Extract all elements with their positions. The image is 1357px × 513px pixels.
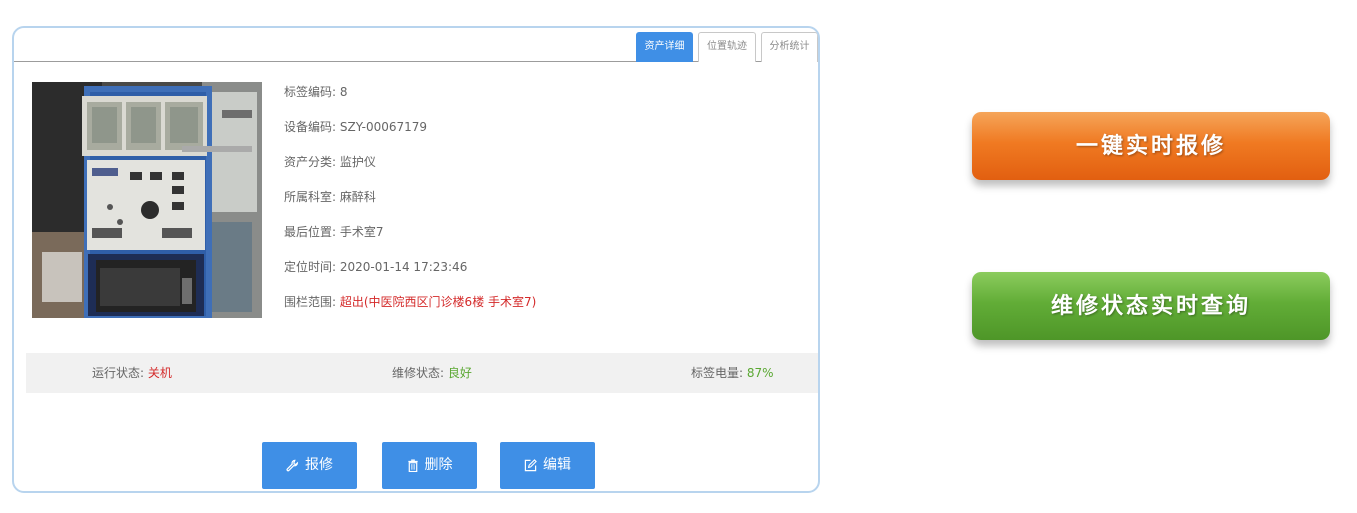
info-label: 围栏范围: xyxy=(284,295,337,309)
asset-detail-card: 资产详细 位置轨迹 分析统计 标签编码: 8 设备编码: SZY-0006717… xyxy=(12,26,820,493)
device-photo xyxy=(32,82,262,318)
info-label: 所属科室: xyxy=(284,190,337,204)
repair-status-value: 良好 xyxy=(447,366,472,380)
info-row-asset-category: 资产分类: 监护仪 xyxy=(284,150,536,185)
battery-status: 标签电量: 87% xyxy=(691,353,774,393)
edit-button-label: 编辑 xyxy=(543,457,571,473)
info-value: SZY-00067179 xyxy=(339,120,428,134)
info-value: 监护仪 xyxy=(339,155,376,169)
tab-bar: 资产详细 位置轨迹 分析统计 xyxy=(14,28,818,62)
edit-button[interactable]: 编辑 xyxy=(500,442,595,489)
tab-asset-detail[interactable]: 资产详细 xyxy=(636,32,693,62)
info-value: 麻醉科 xyxy=(339,190,376,204)
status-bar: 运行状态: 关机 维修状态: 良好 标签电量: 87% xyxy=(26,353,818,393)
info-value: 8 xyxy=(339,85,348,99)
info-row-locate-time: 定位时间: 2020-01-14 17:23:46 xyxy=(284,255,536,290)
trash-icon xyxy=(407,459,418,472)
battery-status-label: 标签电量: xyxy=(691,366,744,380)
info-row-last-location: 最后位置: 手术室7 xyxy=(284,220,536,255)
info-label: 最后位置: xyxy=(284,225,337,239)
info-row-fence-range: 围栏范围: 超出(中医院西区门诊楼6楼 手术室7) xyxy=(284,290,536,325)
run-status-value: 关机 xyxy=(147,366,172,380)
delete-button-label: 删除 xyxy=(424,457,453,473)
info-label: 定位时间: xyxy=(284,260,337,274)
repair-status-label: 维修状态: xyxy=(392,366,445,380)
info-label: 设备编码: xyxy=(284,120,337,134)
info-value: 2020-01-14 17:23:46 xyxy=(339,260,468,274)
repair-button[interactable]: 报修 xyxy=(262,442,357,489)
info-value: 手术室7 xyxy=(339,225,384,239)
run-status: 运行状态: 关机 xyxy=(92,353,172,393)
repair-button-label: 报修 xyxy=(305,457,333,473)
tab-location-track[interactable]: 位置轨迹 xyxy=(698,32,756,62)
tab-analysis[interactable]: 分析统计 xyxy=(761,32,818,62)
info-row-tag-code: 标签编码: 8 xyxy=(284,80,536,115)
wrench-icon xyxy=(286,459,299,472)
asset-info: 标签编码: 8 设备编码: SZY-00067179 资产分类: 监护仪 所属科… xyxy=(284,80,536,325)
repair-status: 维修状态: 良好 xyxy=(392,353,472,393)
one-click-repair-button[interactable]: 一键实时报修 xyxy=(972,112,1330,180)
repair-status-query-button[interactable]: 维修状态实时查询 xyxy=(972,272,1330,340)
info-value-alert: 超出(中医院西区门诊楼6楼 手术室7) xyxy=(339,295,537,309)
edit-icon xyxy=(524,459,537,472)
device-illustration xyxy=(32,82,262,318)
info-label: 资产分类: xyxy=(284,155,337,169)
run-status-label: 运行状态: xyxy=(92,366,145,380)
info-row-department: 所属科室: 麻醉科 xyxy=(284,185,536,220)
delete-button[interactable]: 删除 xyxy=(382,442,477,489)
battery-status-value: 87% xyxy=(746,366,774,380)
info-label: 标签编码: xyxy=(284,85,337,99)
info-row-device-code: 设备编码: SZY-00067179 xyxy=(284,115,536,150)
